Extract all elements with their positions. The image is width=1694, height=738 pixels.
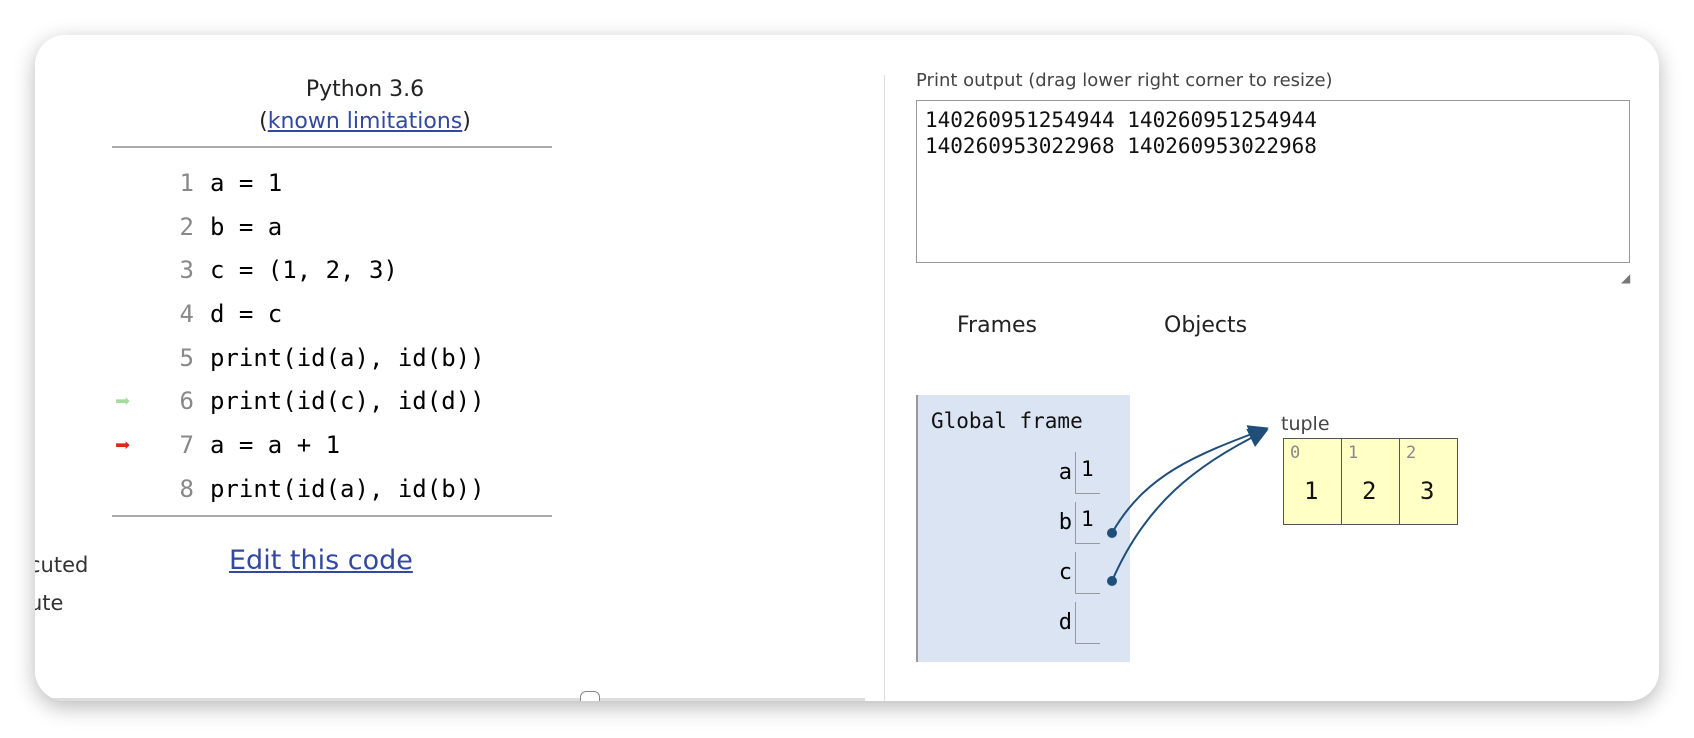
pointer-dot-c bbox=[1107, 528, 1117, 538]
pointer-dot-d bbox=[1107, 576, 1117, 586]
pointer-arrows bbox=[1107, 425, 1269, 586]
pointer-arrow-c bbox=[1111, 425, 1269, 534]
pointer-arrow-d bbox=[1111, 428, 1269, 582]
app-window: Python 3.6 (known limitations) 1a = 12b … bbox=[35, 35, 1659, 701]
